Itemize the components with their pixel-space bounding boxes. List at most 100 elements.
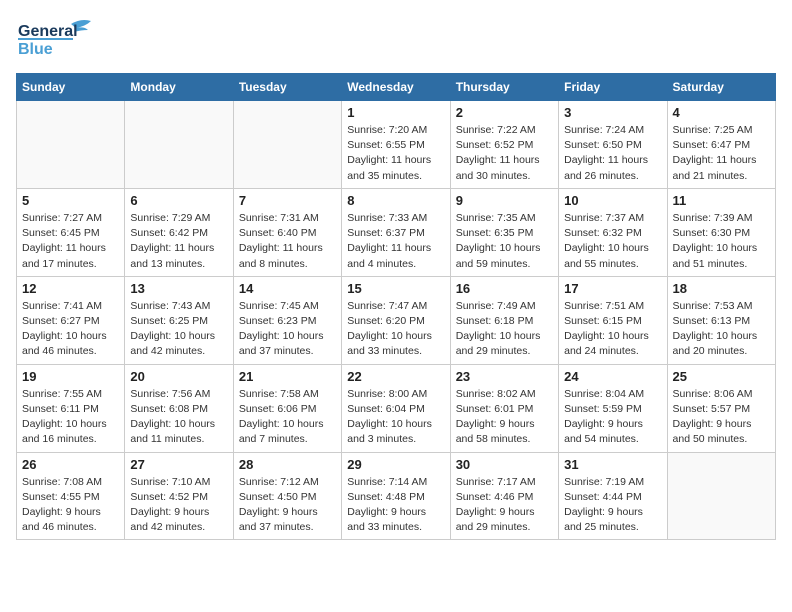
day-number: 8: [347, 193, 444, 208]
calendar-cell: 20Sunrise: 7:56 AM Sunset: 6:08 PM Dayli…: [125, 364, 233, 452]
day-info: Sunrise: 8:02 AM Sunset: 6:01 PM Dayligh…: [456, 387, 553, 448]
day-number: 1: [347, 105, 444, 120]
calendar-cell: 3Sunrise: 7:24 AM Sunset: 6:50 PM Daylig…: [559, 101, 667, 189]
calendar-cell: 24Sunrise: 8:04 AM Sunset: 5:59 PM Dayli…: [559, 364, 667, 452]
svg-text:Blue: Blue: [18, 41, 53, 58]
day-info: Sunrise: 7:27 AM Sunset: 6:45 PM Dayligh…: [22, 211, 119, 272]
day-number: 9: [456, 193, 553, 208]
calendar-cell: 31Sunrise: 7:19 AM Sunset: 4:44 PM Dayli…: [559, 452, 667, 540]
day-number: 20: [130, 369, 227, 384]
calendar-cell: 16 Sunrise: 7:49 AM Sunset: 6:18 PM Dayli…: [450, 276, 558, 364]
day-info: Sunrise: 7:45 AM Sunset: 6:23 PM Dayligh…: [239, 299, 336, 360]
calendar-cell: 30 Sunrise: 7:17 AM Sunset: 4:46 PM Dayli…: [450, 452, 558, 540]
day-info: Sunrise: 7:58 AM Sunset: 6:06 PM Dayligh…: [239, 387, 336, 448]
day-info: Sunrise: 7:43 AM Sunset: 6:25 PM Dayligh…: [130, 299, 227, 360]
calendar-cell: 12 Sunrise: 7:41 AM Sunset: 6:27 PM Dayli…: [17, 276, 125, 364]
day-info: Sunrise: 7:24 AM Sunset: 6:50 PM Dayligh…: [564, 123, 661, 184]
day-number: 15: [347, 281, 444, 296]
weekday-header: Monday: [125, 74, 233, 101]
calendar-cell: [667, 452, 775, 540]
day-number: 18: [673, 281, 770, 296]
calendar-cell: 14 Sunrise: 7:45 AM Sunset: 6:23 PM Dayli…: [233, 276, 341, 364]
day-number: 13: [130, 281, 227, 296]
day-number: 5: [22, 193, 119, 208]
calendar-cell: 15 Sunrise: 7:47 AM Sunset: 6:20 PM Dayli…: [342, 276, 450, 364]
day-number: 17: [564, 281, 661, 296]
logo: General Blue: [16, 16, 106, 61]
page-header: General Blue: [16, 16, 776, 61]
calendar-week-row: 1 Sunrise: 7:20 AM Sunset: 6:55 PM Daylig…: [17, 101, 776, 189]
weekday-header: Wednesday: [342, 74, 450, 101]
calendar-cell: 4 Sunrise: 7:25 AM Sunset: 6:47 PM Daylig…: [667, 101, 775, 189]
day-info: Sunrise: 7:31 AM Sunset: 6:40 PM Dayligh…: [239, 211, 336, 272]
weekday-header: Sunday: [17, 74, 125, 101]
calendar-cell: 23 Sunrise: 8:02 AM Sunset: 6:01 PM Dayli…: [450, 364, 558, 452]
day-info: Sunrise: 7:12 AM Sunset: 4:50 PM Dayligh…: [239, 475, 336, 536]
day-info: Sunrise: 7:29 AM Sunset: 6:42 PM Dayligh…: [130, 211, 227, 272]
weekday-header: Friday: [559, 74, 667, 101]
day-number: 25: [673, 369, 770, 384]
day-number: 21: [239, 369, 336, 384]
calendar-cell: 27 Sunrise: 7:10 AM Sunset: 4:52 PM Dayli…: [125, 452, 233, 540]
day-number: 10: [564, 193, 661, 208]
day-info: Sunrise: 7:39 AM Sunset: 6:30 PM Dayligh…: [673, 211, 770, 272]
day-number: 14: [239, 281, 336, 296]
day-info: Sunrise: 7:35 AM Sunset: 6:35 PM Dayligh…: [456, 211, 553, 272]
day-number: 28: [239, 457, 336, 472]
calendar-cell: 10 Sunrise: 7:37 AM Sunset: 6:32 PM Dayli…: [559, 188, 667, 276]
day-number: 16: [456, 281, 553, 296]
day-info: Sunrise: 7:10 AM Sunset: 4:52 PM Dayligh…: [130, 475, 227, 536]
calendar-cell: 5 Sunrise: 7:27 AM Sunset: 6:45 PM Daylig…: [17, 188, 125, 276]
calendar-week-row: 19Sunrise: 7:55 AM Sunset: 6:11 PM Dayli…: [17, 364, 776, 452]
calendar-cell: 8 Sunrise: 7:33 AM Sunset: 6:37 PM Daylig…: [342, 188, 450, 276]
day-info: Sunrise: 7:49 AM Sunset: 6:18 PM Dayligh…: [456, 299, 553, 360]
day-number: 29: [347, 457, 444, 472]
day-info: Sunrise: 8:04 AM Sunset: 5:59 PM Dayligh…: [564, 387, 661, 448]
day-info: Sunrise: 7:20 AM Sunset: 6:55 PM Dayligh…: [347, 123, 444, 184]
day-number: 2: [456, 105, 553, 120]
day-number: 30: [456, 457, 553, 472]
day-info: Sunrise: 7:33 AM Sunset: 6:37 PM Dayligh…: [347, 211, 444, 272]
day-info: Sunrise: 7:53 AM Sunset: 6:13 PM Dayligh…: [673, 299, 770, 360]
day-info: Sunrise: 7:41 AM Sunset: 6:27 PM Dayligh…: [22, 299, 119, 360]
calendar-cell: [233, 101, 341, 189]
day-number: 12: [22, 281, 119, 296]
calendar-cell: 26Sunrise: 7:08 AM Sunset: 4:55 PM Dayli…: [17, 452, 125, 540]
day-info: Sunrise: 7:25 AM Sunset: 6:47 PM Dayligh…: [673, 123, 770, 184]
day-number: 11: [673, 193, 770, 208]
day-info: Sunrise: 7:17 AM Sunset: 4:46 PM Dayligh…: [456, 475, 553, 536]
calendar-cell: 2 Sunrise: 7:22 AM Sunset: 6:52 PM Daylig…: [450, 101, 558, 189]
calendar-cell: 29 Sunrise: 7:14 AM Sunset: 4:48 PM Dayli…: [342, 452, 450, 540]
weekday-header: Saturday: [667, 74, 775, 101]
calendar-cell: 11 Sunrise: 7:39 AM Sunset: 6:30 PM Dayli…: [667, 188, 775, 276]
day-number: 27: [130, 457, 227, 472]
day-number: 4: [673, 105, 770, 120]
day-number: 23: [456, 369, 553, 384]
calendar-cell: 21 Sunrise: 7:58 AM Sunset: 6:06 PM Dayli…: [233, 364, 341, 452]
weekday-header-row: SundayMondayTuesdayWednesdayThursdayFrid…: [17, 74, 776, 101]
day-info: Sunrise: 7:37 AM Sunset: 6:32 PM Dayligh…: [564, 211, 661, 272]
calendar-cell: 6Sunrise: 7:29 AM Sunset: 6:42 PM Daylig…: [125, 188, 233, 276]
calendar-week-row: 12 Sunrise: 7:41 AM Sunset: 6:27 PM Dayli…: [17, 276, 776, 364]
day-number: 7: [239, 193, 336, 208]
svg-text:General: General: [18, 23, 78, 40]
day-info: Sunrise: 7:22 AM Sunset: 6:52 PM Dayligh…: [456, 123, 553, 184]
weekday-header: Tuesday: [233, 74, 341, 101]
day-number: 22: [347, 369, 444, 384]
calendar-week-row: 5 Sunrise: 7:27 AM Sunset: 6:45 PM Daylig…: [17, 188, 776, 276]
day-number: 19: [22, 369, 119, 384]
day-info: Sunrise: 7:14 AM Sunset: 4:48 PM Dayligh…: [347, 475, 444, 536]
day-number: 31: [564, 457, 661, 472]
day-info: Sunrise: 7:08 AM Sunset: 4:55 PM Dayligh…: [22, 475, 119, 536]
calendar-week-row: 26Sunrise: 7:08 AM Sunset: 4:55 PM Dayli…: [17, 452, 776, 540]
day-info: Sunrise: 7:51 AM Sunset: 6:15 PM Dayligh…: [564, 299, 661, 360]
calendar-cell: 22Sunrise: 8:00 AM Sunset: 6:04 PM Dayli…: [342, 364, 450, 452]
calendar-table: SundayMondayTuesdayWednesdayThursdayFrid…: [16, 73, 776, 540]
calendar-cell: 17 Sunrise: 7:51 AM Sunset: 6:15 PM Dayli…: [559, 276, 667, 364]
calendar-cell: 28 Sunrise: 7:12 AM Sunset: 4:50 PM Dayli…: [233, 452, 341, 540]
calendar-cell: 25Sunrise: 8:06 AM Sunset: 5:57 PM Dayli…: [667, 364, 775, 452]
calendar-cell: [17, 101, 125, 189]
day-info: Sunrise: 7:47 AM Sunset: 6:20 PM Dayligh…: [347, 299, 444, 360]
calendar-cell: 9 Sunrise: 7:35 AM Sunset: 6:35 PM Daylig…: [450, 188, 558, 276]
calendar-cell: 7 Sunrise: 7:31 AM Sunset: 6:40 PM Daylig…: [233, 188, 341, 276]
